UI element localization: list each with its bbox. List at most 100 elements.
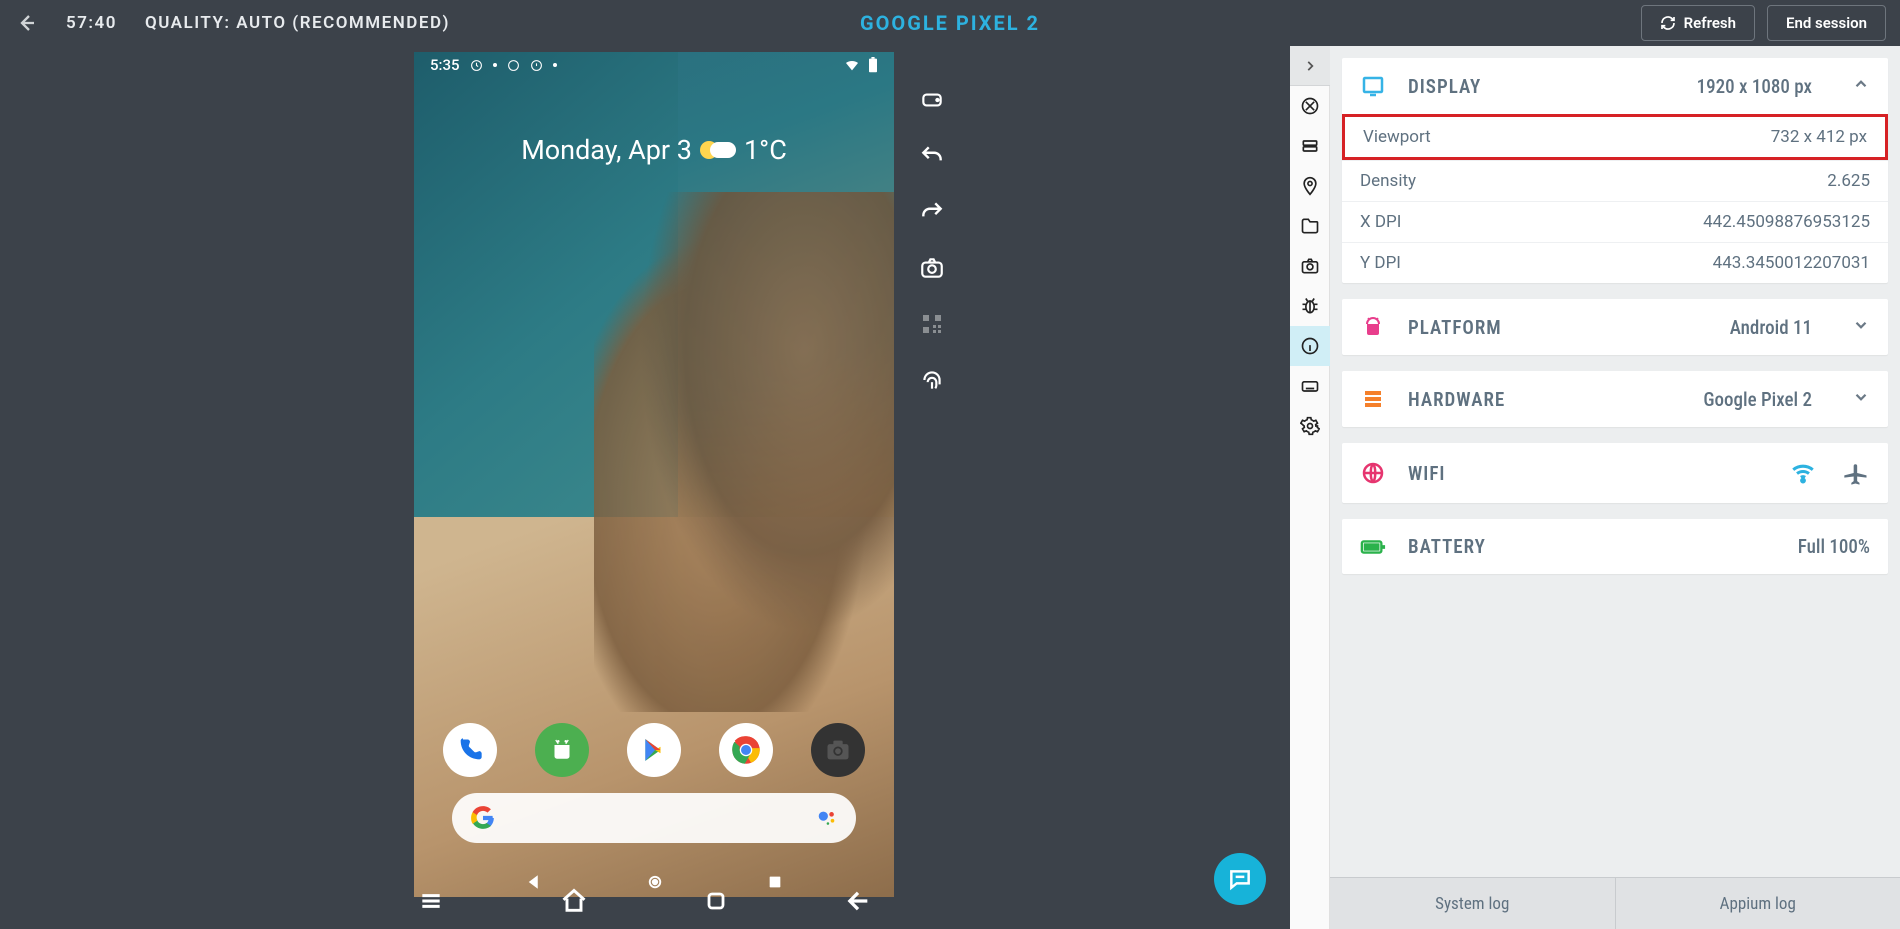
battery-icon xyxy=(1360,536,1386,558)
display-row: X DPI 442.45098876953125 xyxy=(1342,201,1888,242)
square-icon[interactable] xyxy=(704,889,728,913)
wifi-card: WIFI xyxy=(1342,443,1888,503)
tab-storage-icon[interactable] xyxy=(1290,126,1330,166)
row-value: 732 x 412 px xyxy=(1771,127,1867,147)
android-icon xyxy=(1360,315,1386,339)
topbar: 57:40 QUALITY: AUTO (RECOMMENDED) GOOGLE… xyxy=(0,0,1900,46)
back-button[interactable] xyxy=(14,11,38,35)
phone-statusbar: 5:35 xyxy=(414,56,894,74)
notification-icon xyxy=(507,59,520,72)
tab-info-icon[interactable] xyxy=(1290,326,1330,366)
tab-bug-icon[interactable] xyxy=(1290,286,1330,326)
row-label: Y DPI xyxy=(1360,253,1401,273)
redo-tool[interactable] xyxy=(918,198,946,226)
display-card: DISPLAY 1920 x 1080 px Viewport 732 x 412… xyxy=(1342,58,1888,283)
weather-temp: 1°C xyxy=(744,134,787,166)
device-title: GOOGLE PIXEL 2 xyxy=(860,11,1040,35)
chevron-up-icon xyxy=(1852,75,1870,97)
row-label: Viewport xyxy=(1363,127,1431,147)
platform-header[interactable]: PLATFORM Android 11 xyxy=(1342,299,1888,355)
log-tabs: System log Appium log xyxy=(1330,877,1900,929)
refresh-icon xyxy=(1660,15,1676,31)
refresh-button[interactable]: Refresh xyxy=(1641,5,1755,41)
chevron-down-icon xyxy=(1852,388,1870,410)
camera-app[interactable] xyxy=(811,723,865,777)
wifi-toggle-icon[interactable] xyxy=(1790,460,1816,486)
platform-label: PLATFORM xyxy=(1408,316,1502,339)
menu-icon[interactable] xyxy=(418,888,444,914)
topbar-left: 57:40 QUALITY: AUTO (RECOMMENDED) xyxy=(14,11,450,35)
platform-value: Android 11 xyxy=(1730,316,1812,339)
assistant-icon xyxy=(816,807,838,829)
battery-icon xyxy=(868,57,878,73)
tab-camera-icon[interactable] xyxy=(1290,246,1330,286)
panel-tabstrip xyxy=(1290,46,1330,929)
home-icon[interactable] xyxy=(560,887,588,915)
hardware-label: HARDWARE xyxy=(1408,388,1505,411)
row-label: X DPI xyxy=(1360,212,1401,232)
row-value: 443.3450012207031 xyxy=(1713,253,1870,273)
weather-date: Monday, Apr 3 xyxy=(521,134,692,166)
tab-clock-icon[interactable] xyxy=(1290,86,1330,126)
play-store-app[interactable] xyxy=(627,723,681,777)
platform-card: PLATFORM Android 11 xyxy=(1342,299,1888,355)
android-app[interactable] xyxy=(535,723,589,777)
notification-icon xyxy=(530,59,543,72)
battery-header[interactable]: BATTERY Full 100% xyxy=(1342,519,1888,574)
chrome-app[interactable] xyxy=(719,723,773,777)
google-icon xyxy=(470,805,496,831)
hardware-header[interactable]: HARDWARE Google Pixel 2 xyxy=(1342,371,1888,427)
refresh-label: Refresh xyxy=(1684,14,1736,32)
row-value: 2.625 xyxy=(1827,171,1870,191)
device-tools xyxy=(918,86,946,394)
qr-tool[interactable] xyxy=(918,310,946,338)
battery-value: Full 100% xyxy=(1798,535,1870,558)
chat-icon xyxy=(1227,866,1253,892)
rotate-tool[interactable] xyxy=(918,86,946,114)
row-value: 442.45098876953125 xyxy=(1703,212,1870,232)
phone-dock xyxy=(414,723,894,777)
globe-icon xyxy=(1360,461,1386,485)
row-label: Density xyxy=(1360,171,1416,191)
tab-files-icon[interactable] xyxy=(1290,206,1330,246)
info-panel: DISPLAY 1920 x 1080 px Viewport 732 x 412… xyxy=(1290,46,1900,929)
topbar-right: Refresh End session xyxy=(1641,5,1886,41)
wifi-label: WIFI xyxy=(1408,462,1445,485)
back-icon[interactable] xyxy=(844,887,872,915)
display-value: 1920 x 1080 px xyxy=(1697,75,1812,98)
wifi-header[interactable]: WIFI xyxy=(1342,443,1888,503)
external-nav xyxy=(405,873,885,929)
main: 5:35 Monday, Apr 3 1°C xyxy=(0,46,1900,929)
end-session-button[interactable]: End session xyxy=(1767,5,1886,41)
quality-label[interactable]: QUALITY: AUTO (RECOMMENDED) xyxy=(145,13,450,33)
airplane-mode-icon[interactable] xyxy=(1842,459,1870,487)
collapse-panel-button[interactable] xyxy=(1290,46,1330,86)
undo-tool[interactable] xyxy=(918,142,946,170)
end-session-label: End session xyxy=(1786,14,1867,32)
display-icon xyxy=(1360,74,1386,98)
info-accordion: DISPLAY 1920 x 1080 px Viewport 732 x 412… xyxy=(1330,46,1900,877)
phone-weather-widget[interactable]: Monday, Apr 3 1°C xyxy=(414,134,894,166)
phone-app[interactable] xyxy=(443,723,497,777)
tab-keyboard-icon[interactable] xyxy=(1290,366,1330,406)
display-label: DISPLAY xyxy=(1408,75,1481,98)
fingerprint-tool[interactable] xyxy=(918,366,946,394)
chat-button[interactable] xyxy=(1214,853,1266,905)
battery-label: BATTERY xyxy=(1408,535,1486,558)
screenshot-tool[interactable] xyxy=(918,254,946,282)
session-timer: 57:40 xyxy=(66,13,117,33)
display-row: Y DPI 443.3450012207031 xyxy=(1342,242,1888,283)
display-header[interactable]: DISPLAY 1920 x 1080 px xyxy=(1342,58,1888,114)
tab-location-icon[interactable] xyxy=(1290,166,1330,206)
tab-settings-icon[interactable] xyxy=(1290,406,1330,446)
battery-card: BATTERY Full 100% xyxy=(1342,519,1888,574)
display-row: Density 2.625 xyxy=(1342,160,1888,201)
phone-search-bar[interactable] xyxy=(452,793,856,843)
device-stage: 5:35 Monday, Apr 3 1°C xyxy=(0,46,1290,929)
system-log-tab[interactable]: System log xyxy=(1330,878,1615,929)
phone-screen[interactable]: 5:35 Monday, Apr 3 1°C xyxy=(414,52,894,897)
chevron-down-icon xyxy=(1852,316,1870,338)
phone-time: 5:35 xyxy=(430,56,460,74)
wifi-icon xyxy=(844,57,860,73)
appium-log-tab[interactable]: Appium log xyxy=(1615,878,1900,929)
